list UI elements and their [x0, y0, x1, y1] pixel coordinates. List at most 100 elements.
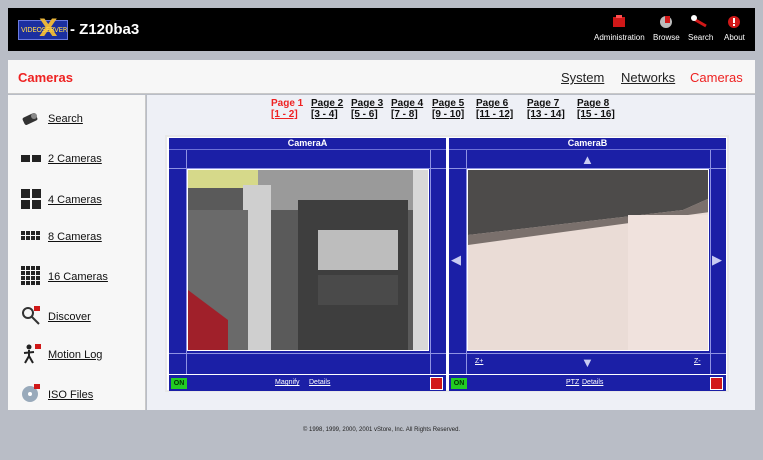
camera-on-indicator[interactable]: ON — [451, 378, 467, 389]
motion-log-icon — [23, 344, 41, 364]
pager-page-3[interactable]: Page 3 [5 - 6] — [351, 98, 383, 120]
pager-page-label: Page 2 — [311, 98, 344, 109]
frame-line — [710, 150, 711, 374]
pager-page-8[interactable]: Page 8 [15 - 16] — [577, 98, 615, 120]
pager-page-range: [9 - 10] — [432, 109, 465, 120]
camera-toolbar: ON PTZ Details — [449, 374, 726, 391]
main-content: Page 1 [1 - 2] Page 2 [3 - 4] Page 3 [5 … — [147, 95, 755, 410]
zoom-in-button[interactable]: Z+ — [475, 358, 483, 365]
page: X VIDEOSERVER - Z120ba3 Administration B… — [0, 0, 763, 460]
sidebar-item-search[interactable]: Search — [20, 107, 144, 129]
pager-page-label: Page 5 — [432, 98, 465, 109]
record-icon[interactable] — [710, 377, 723, 390]
header-item-label: Browse — [653, 33, 680, 42]
sidebar-item-label: 2 Cameras — [48, 153, 102, 165]
camera-a-image — [188, 170, 428, 350]
camera-panel-a: CameraA ON Magnify Details — [169, 138, 446, 391]
logo-text: VIDEOSERVER — [21, 26, 68, 34]
two-cameras-icon — [21, 155, 41, 162]
camera-video-feed[interactable] — [467, 169, 709, 351]
nav-link-system[interactable]: System — [561, 70, 604, 85]
sidebar-item-motion-log[interactable]: Motion Log — [20, 343, 144, 365]
sidebar-item-label: Search — [48, 113, 83, 125]
copyright-footer: © 1998, 1999, 2000, 2001 vStore, Inc. Al… — [302, 427, 461, 433]
header-item-label: Search — [688, 33, 714, 42]
camera-pager: Page 1 [1 - 2] Page 2 [3 - 4] Page 3 [5 … — [271, 98, 631, 124]
sidebar-item-2-cameras[interactable]: 2 Cameras — [20, 147, 144, 169]
camera-on-indicator[interactable]: ON — [171, 378, 187, 389]
page-title: Cameras — [18, 70, 73, 85]
header-search[interactable]: Search — [688, 14, 713, 42]
header-browse[interactable]: Browse — [653, 14, 680, 42]
camera-grid: CameraA ON Magnify Details CameraB ▲ ◀ ▶… — [165, 135, 729, 392]
pager-page-label: Page 1 — [271, 98, 304, 109]
details-button[interactable]: Details — [582, 379, 603, 386]
sidebar-item-label: 16 Cameras — [48, 271, 108, 283]
pager-page-7[interactable]: Page 7 [13 - 14] — [527, 98, 565, 120]
pager-page-2[interactable]: Page 2 [3 - 4] — [311, 98, 343, 120]
sidebar-item-discover[interactable]: Discover — [20, 305, 144, 327]
pan-right-arrow-icon[interactable]: ▶ — [712, 253, 722, 266]
pager-page-label: Page 4 — [391, 98, 424, 109]
pager-page-range: [15 - 16] — [577, 109, 615, 120]
pager-page-label: Page 7 — [527, 98, 560, 109]
magnify-button[interactable]: Magnify — [275, 379, 300, 386]
camera-toolbar: ON Magnify Details — [169, 374, 446, 391]
pager-page-1[interactable]: Page 1 [1 - 2] — [271, 98, 303, 120]
camera-b-image — [468, 170, 708, 350]
nav-bar: Cameras System Networks Cameras — [8, 60, 755, 94]
header-about[interactable]: About — [724, 14, 745, 42]
sidebar-item-label: 8 Cameras — [48, 231, 102, 243]
pan-left-arrow-icon[interactable]: ◀ — [451, 253, 461, 266]
header-administration[interactable]: Administration — [594, 14, 645, 42]
nav-link-networks[interactable]: Networks — [621, 70, 675, 85]
pager-page-label: Page 3 — [351, 98, 384, 109]
frame-line — [449, 353, 726, 354]
top-header: X VIDEOSERVER - Z120ba3 Administration B… — [8, 8, 755, 51]
about-icon — [728, 16, 741, 28]
eight-cameras-icon — [21, 231, 40, 240]
header-item-label: Administration — [594, 33, 645, 42]
pager-page-6[interactable]: Page 6 [11 - 12] — [476, 98, 513, 120]
nav-link-cameras[interactable]: Cameras — [690, 70, 743, 85]
pager-page-label: Page 6 — [476, 98, 509, 109]
sidebar-item-label: ISO Files — [48, 389, 94, 401]
details-button[interactable]: Details — [309, 379, 330, 386]
sidebar-item-label: 4 Cameras — [48, 194, 102, 206]
header-item-label: About — [724, 33, 745, 42]
camera-title: CameraB — [449, 138, 726, 150]
discover-icon — [22, 306, 40, 325]
camera-video-feed[interactable] — [187, 169, 429, 351]
sidebar-item-8-cameras[interactable]: 8 Cameras — [20, 225, 144, 247]
ptz-button[interactable]: PTZ — [566, 379, 579, 386]
pager-page-label: Page 8 — [577, 98, 610, 109]
pan-up-arrow-icon[interactable]: ▲ — [581, 153, 594, 166]
pager-page-range: [3 - 4] — [311, 109, 338, 120]
pager-page-4[interactable]: Page 4 [7 - 8] — [391, 98, 423, 120]
sidebar-item-label: Motion Log — [48, 349, 103, 361]
camera-title: CameraA — [169, 138, 446, 150]
pager-page-range: [11 - 12] — [476, 109, 514, 120]
videoserver-logo[interactable]: X VIDEOSERVER — [18, 14, 68, 42]
pager-page-range: [1 - 2] — [271, 109, 298, 120]
sidebar-item-iso-files[interactable]: ISO Files — [20, 383, 144, 405]
pager-page-range: [7 - 8] — [391, 109, 418, 120]
pager-page-range: [5 - 6] — [351, 109, 378, 120]
sidebar-item-label: Discover — [48, 311, 91, 323]
search-icon — [690, 15, 707, 28]
frame-line — [430, 150, 431, 374]
search-camera-icon — [22, 113, 38, 125]
browse-icon — [660, 16, 673, 28]
frame-line — [169, 353, 446, 354]
device-name: - Z120ba3 — [70, 21, 140, 38]
pan-down-arrow-icon[interactable]: ▼ — [581, 356, 594, 369]
sidebar: Search 2 Cameras 4 Cameras 8 Cameras 16 … — [8, 95, 146, 410]
pager-page-5[interactable]: Page 5 [9 - 10] — [432, 98, 464, 120]
camera-panel-b: CameraB ▲ ◀ ▶ ▼ Z+ Z- ON PTZ Details — [449, 138, 726, 391]
zoom-out-button[interactable]: Z- — [694, 358, 701, 365]
pager-page-range: [13 - 14] — [527, 109, 565, 120]
sidebar-item-16-cameras[interactable]: 16 Cameras — [20, 265, 144, 287]
administration-icon — [613, 15, 626, 27]
record-icon[interactable] — [430, 377, 443, 390]
sidebar-item-4-cameras[interactable]: 4 Cameras — [20, 188, 144, 210]
